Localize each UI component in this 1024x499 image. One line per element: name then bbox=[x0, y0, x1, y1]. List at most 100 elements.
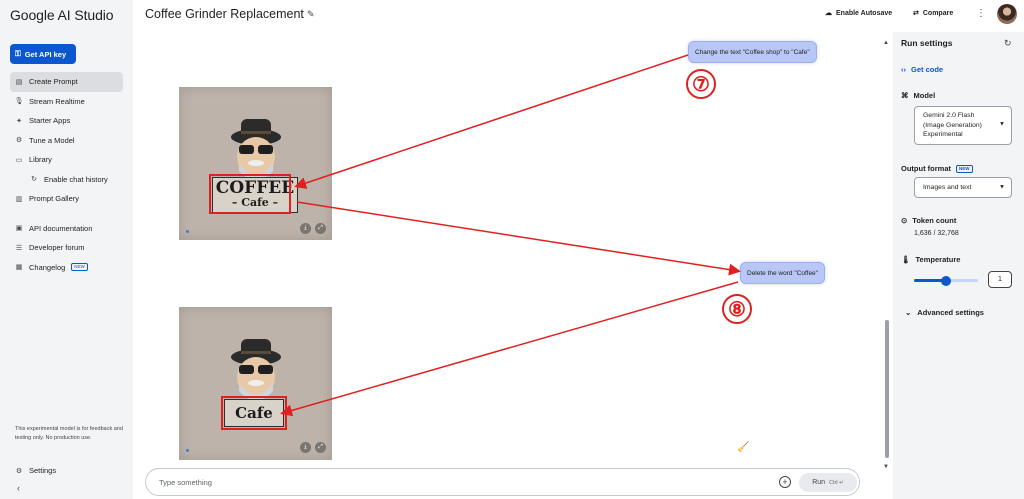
sidebar-item-tune-model[interactable]: ⚙ Tune a Model bbox=[10, 131, 123, 151]
new-badge: NEW bbox=[71, 263, 88, 272]
sidebar-item-starter-apps[interactable]: ✦ Starter Apps bbox=[10, 111, 123, 131]
chevron-down-icon: ⌄ bbox=[905, 308, 912, 317]
history-icon: ↻ bbox=[31, 176, 37, 184]
download-icon[interactable]: ⤓ bbox=[300, 223, 311, 234]
run-label: Run bbox=[812, 479, 826, 486]
download-icon[interactable]: ⤓ bbox=[300, 442, 311, 453]
expand-icon[interactable]: ⤢ bbox=[315, 442, 326, 453]
autosave-label: Enable Autosave bbox=[836, 9, 893, 17]
sidebar-nav: ▤ Create Prompt 🎙 Stream Realtime ✦ Star… bbox=[10, 72, 123, 277]
sidebar-item-label: API documentation bbox=[29, 223, 93, 233]
more-options-icon[interactable]: ⋮ bbox=[976, 8, 986, 19]
gallery-icon: ▥ bbox=[15, 195, 23, 203]
enable-autosave-button[interactable]: ☁ Enable Autosave bbox=[825, 9, 893, 18]
tune-icon: ⚙ bbox=[15, 137, 23, 145]
sidebar-item-create-prompt[interactable]: ▤ Create Prompt bbox=[10, 72, 123, 92]
mic-icon: 🎙 bbox=[14, 98, 24, 106]
library-icon: ▭ bbox=[15, 156, 23, 164]
chevron-down-icon: ▼ bbox=[999, 121, 1005, 128]
get-code-link[interactable]: ‹› Get code bbox=[901, 65, 943, 74]
model-icon: ⌘ bbox=[901, 91, 909, 100]
scroll-up-icon[interactable]: ▲ bbox=[883, 40, 889, 46]
collapse-sidebar-icon[interactable]: ‹ bbox=[17, 483, 20, 493]
step-number-8: ⑧ bbox=[722, 294, 752, 324]
reset-icon[interactable]: ↻ bbox=[1004, 38, 1012, 49]
run-button[interactable]: Run Ctrl ↵ bbox=[799, 473, 857, 492]
status-dot bbox=[186, 230, 189, 233]
sidebar-item-label: Stream Realtime bbox=[29, 96, 85, 106]
get-api-key-button[interactable]: ⚿ Get API key bbox=[10, 44, 76, 64]
autosave-icon: ☁ bbox=[825, 10, 832, 17]
add-media-icon[interactable]: + bbox=[779, 476, 791, 488]
scroll-down-icon[interactable]: ▼ bbox=[883, 464, 889, 470]
sidebar-item-label: Developer forum bbox=[29, 243, 85, 253]
pencil-icon[interactable]: ✎ bbox=[307, 9, 315, 20]
clear-chat-icon[interactable]: 🧹 bbox=[737, 442, 749, 453]
coffee-mascot-illustration-1 bbox=[231, 119, 281, 181]
sidebar-item-label: Starter Apps bbox=[29, 116, 71, 126]
user-message-1[interactable]: Change the text "Coffee shop" to "Cafe" bbox=[688, 41, 817, 63]
slider-handle[interactable] bbox=[941, 275, 951, 286]
advanced-settings-toggle[interactable]: ⌄ Advanced settings bbox=[905, 308, 984, 317]
code-icon: ‹› bbox=[901, 65, 906, 74]
sidebar-item-label: Settings bbox=[29, 466, 57, 476]
sidebar-item-developer-forum[interactable]: ☰ Developer forum bbox=[10, 238, 123, 258]
sidebar-item-stream-realtime[interactable]: 🎙 Stream Realtime bbox=[10, 92, 123, 112]
model-label: ⌘ Model bbox=[901, 91, 935, 100]
get-api-key-label: Get API key bbox=[24, 49, 67, 59]
prompt-input[interactable]: Type something bbox=[159, 478, 212, 487]
sidebar-item-api-docs[interactable]: ▣ API documentation bbox=[10, 219, 123, 239]
sidebar-item-label: Changelog bbox=[29, 262, 66, 272]
step-number-7: ⑦ bbox=[686, 69, 716, 99]
temperature-slider[interactable] bbox=[914, 275, 978, 286]
thermometer-icon: 🌡 bbox=[901, 255, 911, 264]
token-count-value: 1,636 / 32,768 bbox=[914, 230, 959, 237]
sidebar-item-enable-chat-history[interactable]: ↻ Enable chat history bbox=[10, 170, 123, 190]
chat-scrollbar[interactable]: ▲ ▼ bbox=[883, 40, 889, 470]
starter-apps-icon: ✦ bbox=[16, 117, 22, 125]
key-icon: ⚿ bbox=[15, 49, 21, 58]
avatar[interactable] bbox=[997, 4, 1017, 24]
generated-image-1[interactable]: COFFEE – Cafe – ⤓ ⤢ bbox=[179, 87, 332, 240]
compare-icon: ⇄ bbox=[913, 10, 919, 17]
docs-icon: ▣ bbox=[15, 225, 23, 233]
expand-icon[interactable]: ⤢ bbox=[315, 223, 326, 234]
token-icon: ⊙ bbox=[901, 216, 908, 225]
compare-button[interactable]: ⇄ Compare bbox=[913, 9, 953, 18]
coffee-mascot-illustration-2 bbox=[231, 339, 281, 401]
prompt-title[interactable]: Coffee Grinder Replacement bbox=[145, 7, 304, 21]
temperature-label-text: Temperature bbox=[915, 255, 961, 264]
sidebar-item-settings[interactable]: ⚙ Settings bbox=[10, 461, 123, 481]
ai-studio-app: Google AI Studio ⚿ Get API key ▤ Create … bbox=[0, 0, 1024, 499]
left-sidebar: Google AI Studio ⚿ Get API key ▤ Create … bbox=[0, 0, 133, 499]
output-format-select[interactable]: Images and text ▼ bbox=[914, 177, 1012, 198]
forum-icon: ☰ bbox=[15, 244, 23, 252]
temperature-label: 🌡 Temperature bbox=[901, 255, 960, 264]
chat-area: COFFEE – Cafe – ⤓ ⤢ Cafe ⤓ ⤢ Change the … bbox=[133, 32, 889, 499]
sidebar-item-label: Prompt Gallery bbox=[29, 194, 80, 204]
model-value: Gemini 2.0 Flash (Image Generation) Expe… bbox=[923, 112, 982, 138]
user-message-2[interactable]: Delete the word "Coffee" bbox=[740, 262, 825, 284]
temperature-input[interactable]: 1 bbox=[988, 271, 1012, 288]
token-count-label-text: Token count bbox=[912, 216, 957, 225]
model-select[interactable]: Gemini 2.0 Flash (Image Generation) Expe… bbox=[914, 106, 1012, 145]
brand-logo[interactable]: Google AI Studio bbox=[10, 7, 114, 23]
new-badge: NEW bbox=[956, 164, 973, 173]
get-code-label: Get code bbox=[911, 65, 944, 74]
prompt-input-bar[interactable]: Type something + Run Ctrl ↵ bbox=[145, 468, 860, 496]
annotation-box-2 bbox=[221, 396, 287, 430]
sidebar-item-prompt-gallery[interactable]: ▥ Prompt Gallery bbox=[10, 189, 123, 209]
annotation-box-1 bbox=[209, 174, 291, 214]
status-dot bbox=[186, 449, 189, 452]
token-count-label: ⊙ Token count bbox=[901, 216, 956, 225]
run-settings-panel: Run settings ↻ ‹› Get code ⌘ Model Gemin… bbox=[893, 32, 1024, 499]
sidebar-item-library[interactable]: ▭ Library bbox=[10, 150, 123, 170]
run-settings-title: Run settings bbox=[901, 38, 953, 48]
scroll-thumb[interactable] bbox=[885, 320, 889, 458]
sidebar-item-label: Library bbox=[29, 155, 52, 165]
gear-icon: ⚙ bbox=[15, 467, 23, 475]
sidebar-item-changelog[interactable]: ▦ Changelog NEW bbox=[10, 258, 123, 278]
advanced-settings-label: Advanced settings bbox=[917, 308, 984, 317]
generated-image-2[interactable]: Cafe ⤓ ⤢ bbox=[179, 307, 332, 460]
